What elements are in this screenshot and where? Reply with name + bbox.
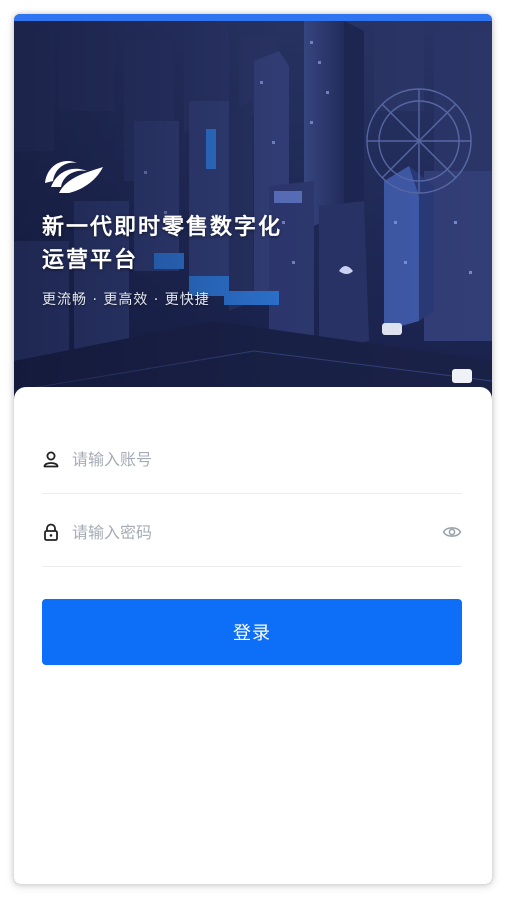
account-input[interactable]	[72, 443, 412, 475]
password-input[interactable]	[72, 516, 412, 548]
password-field-row	[42, 496, 462, 567]
headline-line-2: 运营平台	[42, 248, 139, 273]
app-frame: 新一代即时零售数字化 运营平台 更流畅 · 更高效 · 更快捷 登	[14, 14, 492, 884]
login-button[interactable]: 登录	[42, 599, 462, 665]
hero-banner: 新一代即时零售数字化 运营平台 更流畅 · 更高效 · 更快捷	[14, 21, 492, 413]
account-field-row	[42, 423, 462, 494]
hero-tagline: 更流畅 · 更高效 · 更快捷	[42, 292, 210, 308]
headline-line-1: 新一代即时零售数字化	[42, 215, 283, 240]
login-card: 登录	[14, 387, 492, 884]
user-icon	[43, 451, 59, 468]
top-accent-strip	[14, 14, 492, 21]
lock-icon	[44, 523, 58, 541]
hero-headline: 新一代即时零售数字化 运营平台	[42, 211, 342, 277]
eye-icon[interactable]	[442, 523, 462, 541]
wave-logo-icon	[45, 161, 103, 193]
